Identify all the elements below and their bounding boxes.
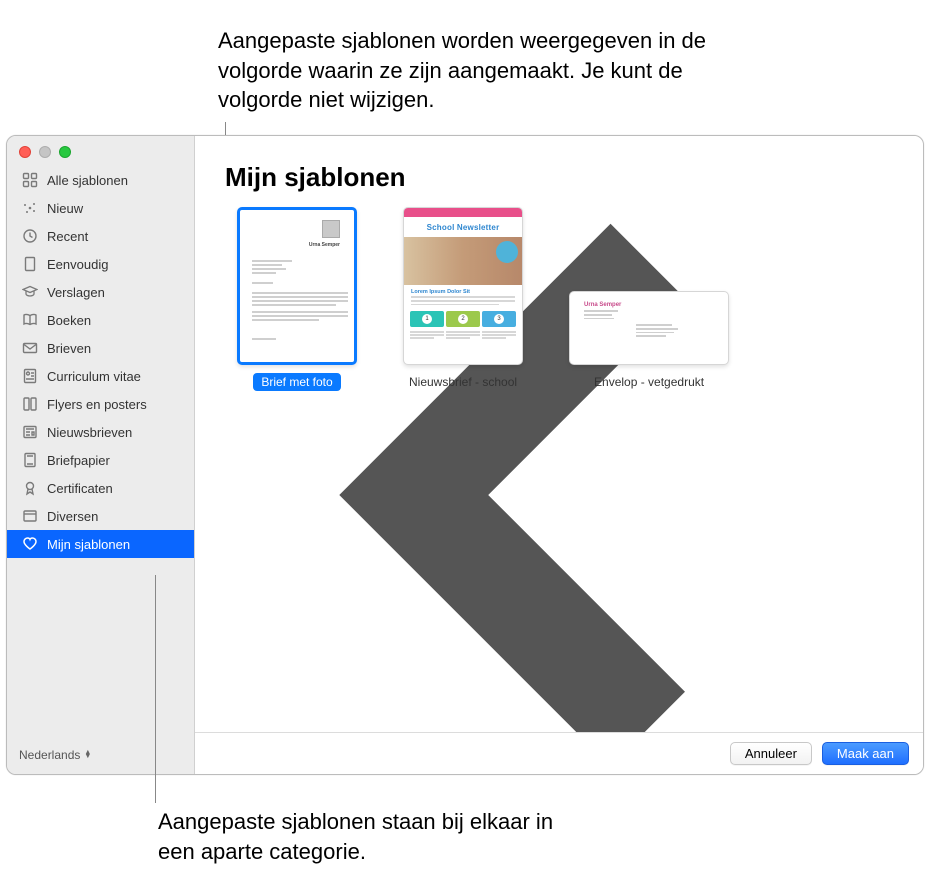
sidebar-item-label: Brieven	[47, 341, 91, 356]
sidebar-item-label: Boeken	[47, 313, 91, 328]
sidebar-item-new[interactable]: Nieuw	[7, 194, 194, 222]
newspaper-icon	[21, 423, 39, 441]
sidebar-list: Alle sjablonen Nieuw Recent Eenvoudig Ve…	[7, 166, 194, 738]
page-icon	[21, 255, 39, 273]
book-icon	[21, 311, 39, 329]
template-tile-newsletter[interactable]: School Newsletter Lorem Ipsum Dolor Sit …	[401, 207, 525, 391]
sidebar-item-my-templates[interactable]: Mijn sjablonen	[7, 530, 194, 558]
columns-icon	[21, 395, 39, 413]
language-selector[interactable]: Nederlands ▲▼	[7, 738, 194, 774]
graduation-icon	[21, 283, 39, 301]
main-panel: Mijn sjablonen Urna Semper Brief met fot…	[195, 136, 923, 774]
sidebar-item-stationery[interactable]: Briefpapier	[7, 446, 194, 474]
letterhead-icon	[21, 451, 39, 469]
envelope-sender: Urna Semper	[584, 302, 714, 308]
callout-bottom: Aangepaste sjablonen staan bij elkaar in…	[158, 807, 578, 866]
template-tile-letter[interactable]: Urna Semper Brief met foto	[237, 207, 357, 391]
sidebar-item-misc[interactable]: Diversen	[7, 502, 194, 530]
template-tile-envelope[interactable]: Urna Semper Envelop - vetgedrukt	[569, 291, 729, 391]
sidebar-item-label: Verslagen	[47, 285, 105, 300]
cancel-button[interactable]: Annuleer	[730, 742, 812, 765]
sidebar-item-recent[interactable]: Recent	[7, 222, 194, 250]
sidebar-item-label: Curriculum vitae	[47, 369, 141, 384]
sidebar-item-all-templates[interactable]: Alle sjablonen	[7, 166, 194, 194]
sidebar-item-flyers[interactable]: Flyers en posters	[7, 390, 194, 418]
close-window-button[interactable]	[19, 146, 31, 158]
sidebar-item-basic[interactable]: Eenvoudig	[7, 250, 194, 278]
sidebar-item-label: Briefpapier	[47, 453, 110, 468]
callout-top: Aangepaste sjablonen worden weergegeven …	[218, 26, 738, 115]
newsletter-lorem: Lorem Ipsum Dolor Sit	[404, 285, 522, 296]
envelope-icon	[21, 339, 39, 357]
template-thumbnail: Urna Semper	[237, 207, 357, 365]
grid-icon	[21, 171, 39, 189]
minimize-window-button[interactable]	[39, 146, 51, 158]
template-grid: Urna Semper Brief met foto School Newsle…	[195, 207, 923, 391]
callout-line	[155, 575, 156, 803]
sidebar-item-letters[interactable]: Brieven	[7, 334, 194, 362]
sidebar-item-certificates[interactable]: Certificaten	[7, 474, 194, 502]
template-label: Nieuwsbrief - school	[401, 373, 525, 391]
heart-icon	[21, 535, 39, 553]
sidebar: Alle sjablonen Nieuw Recent Eenvoudig Ve…	[7, 136, 195, 774]
clock-icon	[21, 227, 39, 245]
sidebar-item-label: Flyers en posters	[47, 397, 147, 412]
updown-icon: ▲▼	[84, 751, 91, 759]
profile-icon	[21, 367, 39, 385]
template-label: Brief met foto	[253, 373, 340, 391]
template-thumbnail: Urna Semper	[569, 291, 729, 365]
template-thumbnail: School Newsletter Lorem Ipsum Dolor Sit …	[403, 207, 523, 365]
sidebar-item-label: Nieuwsbrieven	[47, 425, 132, 440]
sparkle-icon	[21, 199, 39, 217]
sidebar-item-label: Certificaten	[47, 481, 113, 496]
create-button[interactable]: Maak aan	[822, 742, 909, 765]
footer-bar: Annuleer Maak aan	[195, 732, 923, 774]
ribbon-icon	[21, 479, 39, 497]
language-label: Nederlands	[19, 748, 80, 762]
sidebar-item-label: Nieuw	[47, 201, 83, 216]
sidebar-item-label: Alle sjablonen	[47, 173, 128, 188]
page-title: Mijn sjablonen	[195, 160, 923, 207]
sidebar-item-reports[interactable]: Verslagen	[7, 278, 194, 306]
template-label: Envelop - vetgedrukt	[586, 373, 712, 391]
folder-icon	[21, 507, 39, 525]
template-chooser-window: Alle sjablonen Nieuw Recent Eenvoudig Ve…	[6, 135, 924, 775]
sidebar-item-label: Eenvoudig	[47, 257, 108, 272]
window-controls	[7, 136, 194, 166]
sidebar-item-label: Diversen	[47, 509, 98, 524]
sidebar-item-newsletters[interactable]: Nieuwsbrieven	[7, 418, 194, 446]
sidebar-item-cv[interactable]: Curriculum vitae	[7, 362, 194, 390]
zoom-window-button[interactable]	[59, 146, 71, 158]
sidebar-item-books[interactable]: Boeken	[7, 306, 194, 334]
sidebar-item-label: Recent	[47, 229, 88, 244]
newsletter-heading: School Newsletter	[427, 223, 500, 232]
sidebar-item-label: Mijn sjablonen	[47, 537, 130, 552]
